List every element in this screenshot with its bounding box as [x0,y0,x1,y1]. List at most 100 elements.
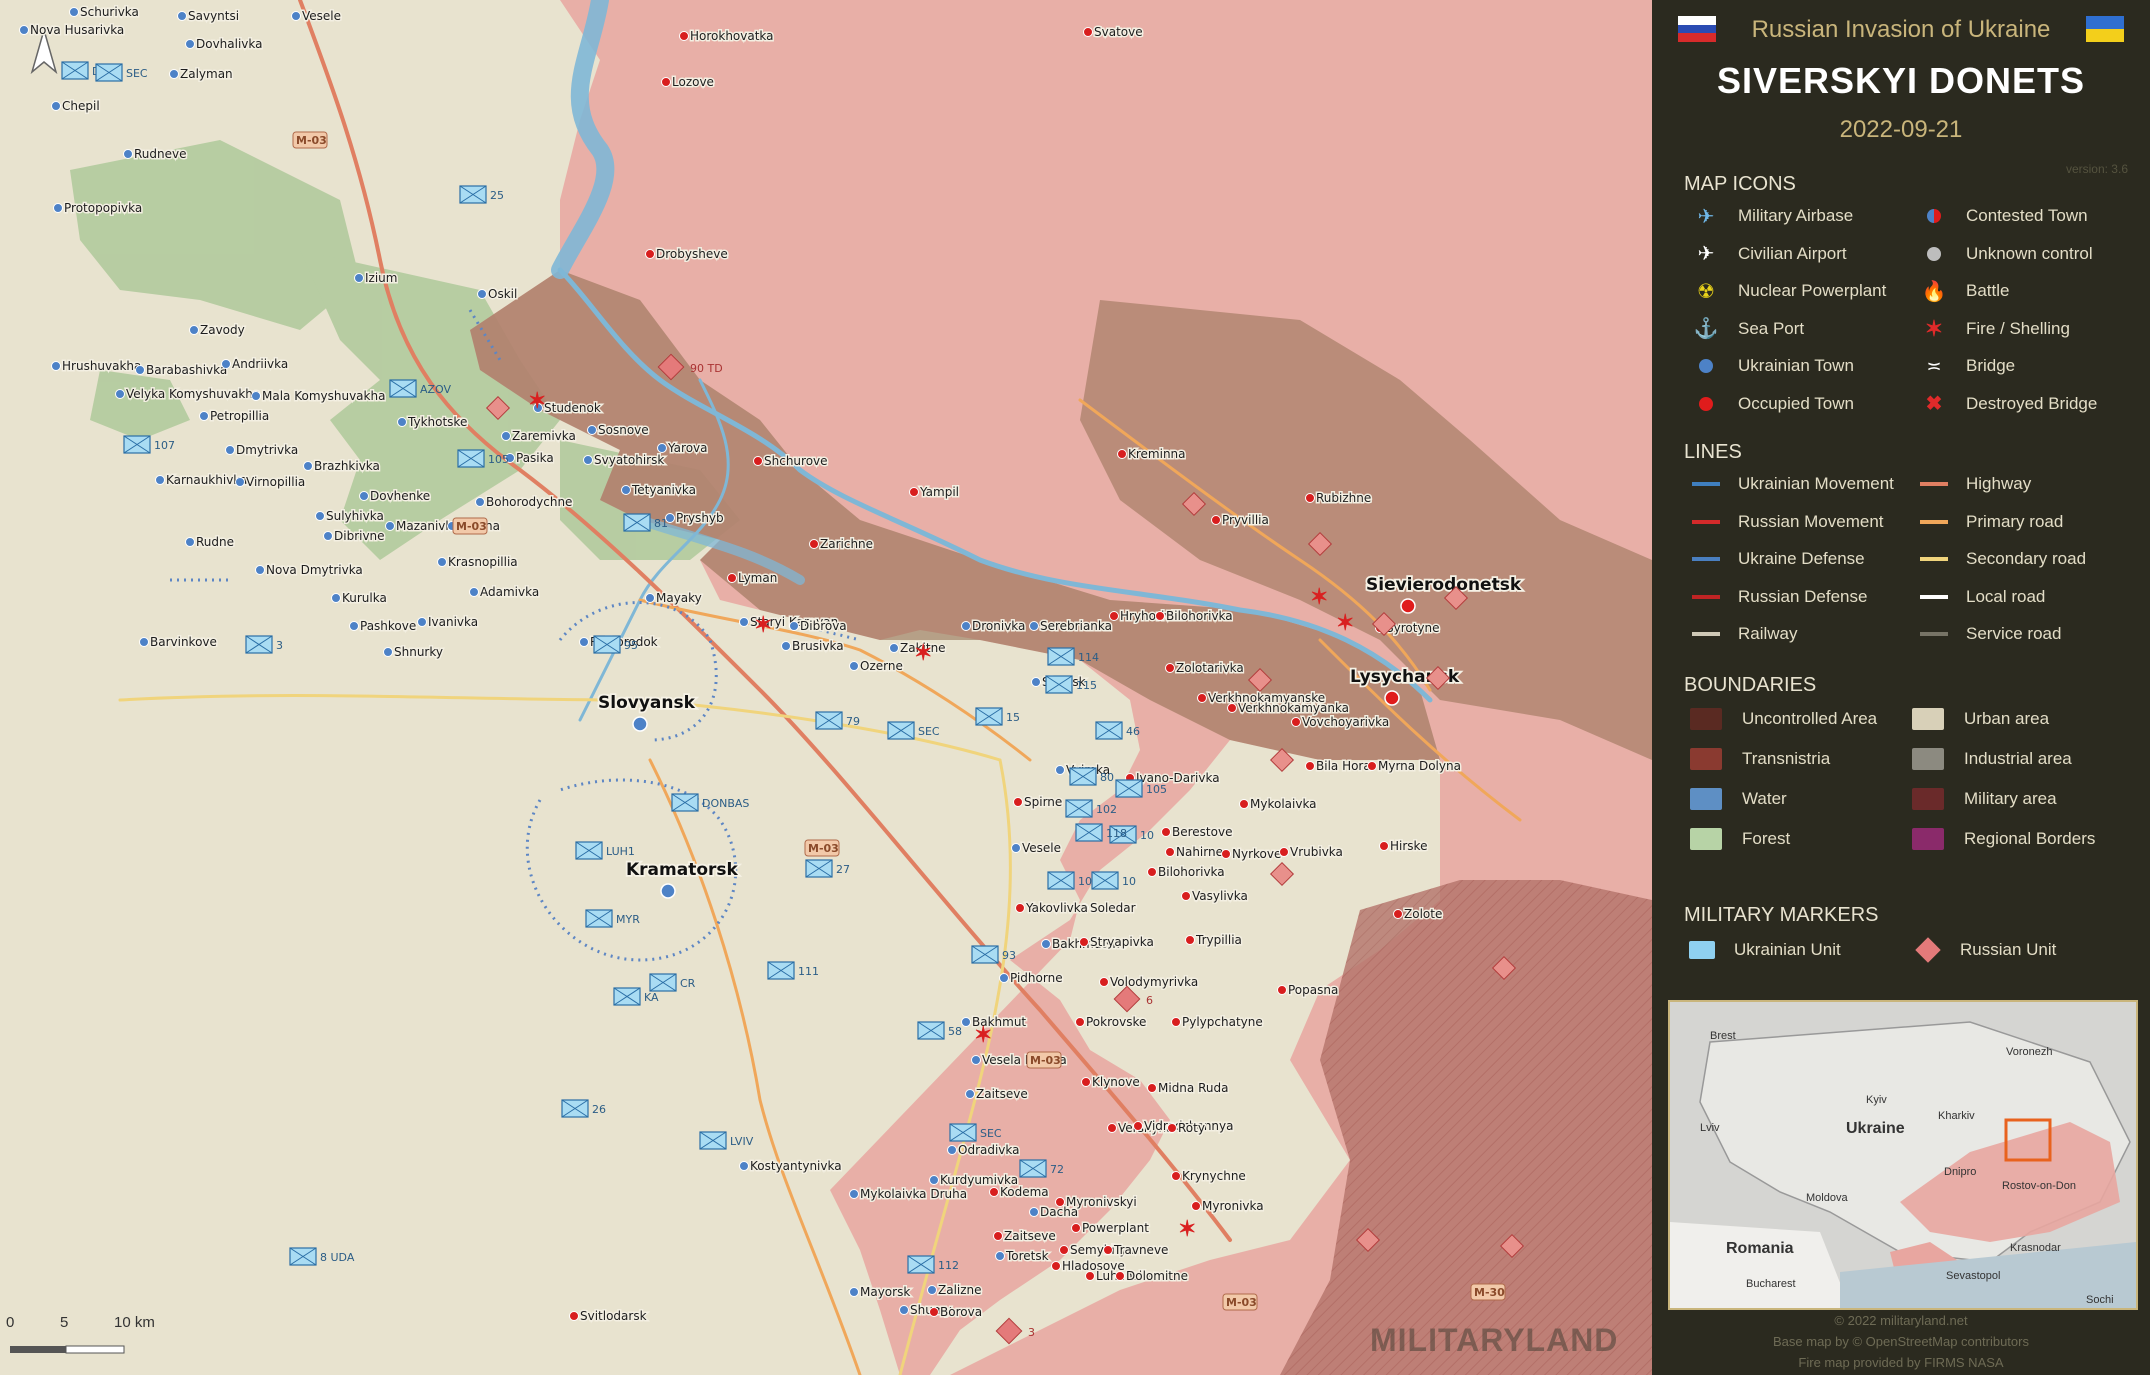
major-town-marker[interactable] [1400,598,1416,614]
town-marker[interactable] [927,1285,937,1295]
town-marker[interactable] [385,521,395,531]
town-marker[interactable] [645,593,655,603]
town-marker[interactable] [1041,939,1051,949]
town-marker[interactable] [1075,1017,1085,1027]
town-marker[interactable] [1191,1201,1201,1211]
town-marker[interactable] [989,1187,999,1197]
town-marker[interactable] [809,539,819,549]
town-marker[interactable] [961,621,971,631]
town-marker[interactable] [1165,847,1175,857]
town-marker[interactable] [579,637,589,647]
town-marker[interactable] [965,1089,975,1099]
town-marker[interactable] [583,455,593,465]
town-marker[interactable] [1367,761,1377,771]
town-marker[interactable] [185,39,195,49]
town-marker[interactable] [645,249,655,259]
town-marker[interactable] [51,361,61,371]
town-marker[interactable] [354,273,364,283]
town-marker[interactable] [135,365,145,375]
major-town-marker[interactable] [660,883,676,899]
town-marker[interactable] [993,1231,1003,1241]
town-marker[interactable] [753,456,763,466]
town-marker[interactable] [303,461,313,471]
town-marker[interactable] [1161,827,1171,837]
town-marker[interactable] [1079,937,1089,947]
town-marker[interactable] [323,531,333,541]
town-marker[interactable] [849,661,859,671]
town-marker[interactable] [155,475,165,485]
town-marker[interactable] [255,565,265,575]
town-marker[interactable] [1117,449,1127,459]
town-marker[interactable] [661,77,671,87]
town-marker[interactable] [1083,27,1093,37]
town-marker[interactable] [1181,891,1191,901]
town-marker[interactable] [739,617,749,627]
town-marker[interactable] [1279,847,1289,857]
town-marker[interactable] [929,1175,939,1185]
town-marker[interactable] [139,637,149,647]
town-marker[interactable] [1227,703,1237,713]
situation-map[interactable]: Slovyansk Kramatorsk Sievierodonetsk Lysych… [0,0,1652,1375]
town-marker[interactable] [1051,1261,1061,1271]
town-marker[interactable] [51,101,61,111]
town-marker[interactable] [53,203,63,213]
town-marker[interactable] [1305,761,1315,771]
town-marker[interactable] [1081,1077,1091,1087]
town-marker[interactable] [123,149,133,159]
town-marker[interactable] [1379,841,1389,851]
town-marker[interactable] [1085,1271,1095,1281]
town-marker[interactable] [781,641,791,651]
town-marker[interactable] [1171,1017,1181,1027]
town-marker[interactable] [789,621,799,631]
town-marker[interactable] [1185,935,1195,945]
town-marker[interactable] [739,1161,749,1171]
town-marker[interactable] [889,643,899,653]
town-marker[interactable] [909,487,919,497]
town-marker[interactable] [1165,663,1175,673]
town-marker[interactable] [469,587,479,597]
town-marker[interactable] [621,485,631,495]
town-marker[interactable] [1055,765,1065,775]
town-marker[interactable] [115,389,125,399]
major-town-marker[interactable] [1384,690,1400,706]
town-marker[interactable] [1155,611,1165,621]
town-marker[interactable] [1147,867,1157,877]
town-marker[interactable] [397,417,407,427]
town-marker[interactable] [19,25,29,35]
town-marker[interactable] [1031,677,1041,687]
town-marker[interactable] [189,325,199,335]
town-marker[interactable] [177,11,187,21]
town-marker[interactable] [69,7,79,17]
town-marker[interactable] [995,1251,1005,1261]
town-marker[interactable] [1103,1245,1113,1255]
town-marker[interactable] [1211,515,1221,525]
town-marker[interactable] [849,1287,859,1297]
town-marker[interactable] [1277,985,1287,995]
town-marker[interactable] [569,1311,579,1321]
town-marker[interactable] [235,477,245,487]
town-marker[interactable] [1291,717,1301,727]
town-marker[interactable] [1115,1271,1125,1281]
town-marker[interactable] [1197,693,1207,703]
town-marker[interactable] [331,593,341,603]
town-marker[interactable] [221,359,231,369]
town-marker[interactable] [1147,1083,1157,1093]
town-marker[interactable] [225,445,235,455]
town-marker[interactable] [657,443,667,453]
town-marker[interactable] [1109,611,1119,621]
town-marker[interactable] [1221,849,1231,859]
town-marker[interactable] [1133,1121,1143,1131]
town-marker[interactable] [437,557,447,567]
town-marker[interactable] [1099,977,1109,987]
town-marker[interactable] [727,573,737,583]
town-marker[interactable] [501,431,511,441]
town-marker[interactable] [929,1307,939,1317]
town-marker[interactable] [185,537,195,547]
town-marker[interactable] [1029,621,1039,631]
town-marker[interactable] [1055,1197,1065,1207]
town-marker[interactable] [169,69,179,79]
town-marker[interactable] [383,647,393,657]
town-marker[interactable] [999,973,1009,983]
town-marker[interactable] [475,497,485,507]
town-marker[interactable] [679,31,689,41]
